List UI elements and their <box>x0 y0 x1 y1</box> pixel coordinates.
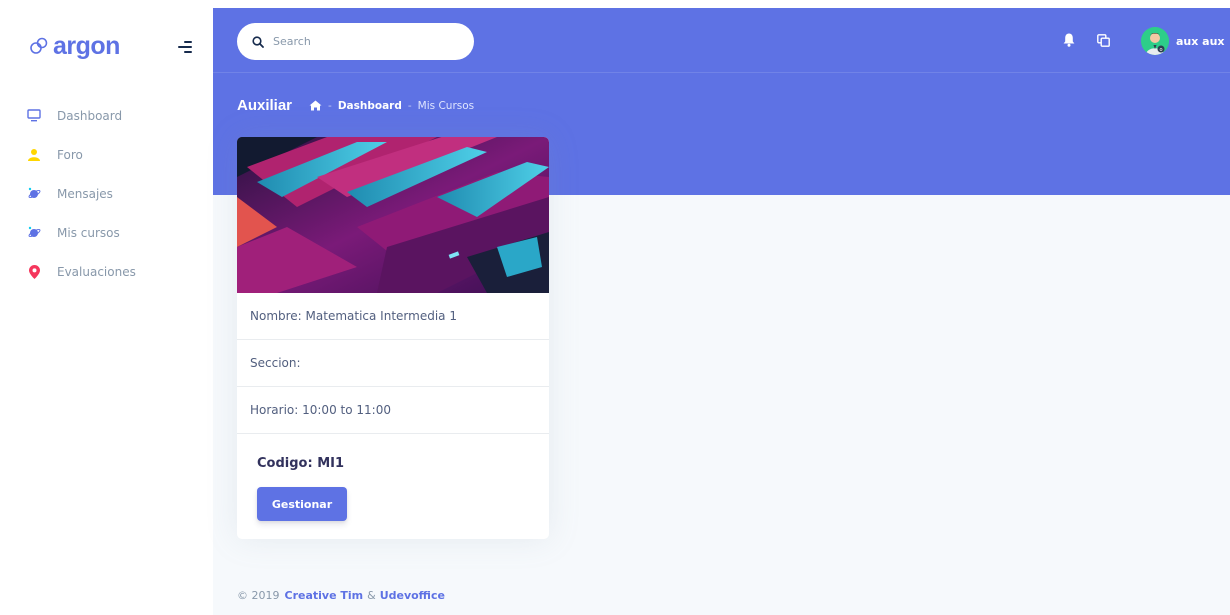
bell-icon[interactable] <box>1063 33 1075 47</box>
sidebar-item-dashboard[interactable]: Dashboard <box>0 96 213 135</box>
footer-link-udevoffice[interactable]: Udevoffice <box>380 589 445 602</box>
breadcrumb-dashboard[interactable]: Dashboard <box>338 100 402 112</box>
footer-ampersand: & <box>367 589 376 602</box>
windows-icon[interactable] <box>1097 33 1110 47</box>
header-title-row: Auxiliar - Dashboard - Mis Cursos <box>237 97 474 114</box>
top-icons <box>1063 33 1110 47</box>
footer: © 2019 Creative Tim & Udevoffice <box>237 589 445 602</box>
sidebar-item-label: Evaluaciones <box>57 264 136 279</box>
course-card-body: Codigo: MI1 Gestionar <box>237 434 549 521</box>
sidebar-nav: Dashboard Foro Mensajes Mis cursos Evalu… <box>0 96 213 291</box>
search-icon <box>252 35 264 48</box>
course-horario: Horario: 10:00 to 11:00 <box>237 387 549 434</box>
sidebar-item-label: Foro <box>57 147 83 162</box>
user-name: aux aux <box>1176 34 1225 48</box>
footer-copyright: © 2019 <box>237 589 280 602</box>
user-icon <box>27 148 41 162</box>
course-nombre: Nombre: Matematica Intermedia 1 <box>237 293 549 340</box>
course-seccion: Seccion: <box>237 340 549 387</box>
sidenav-toggle-icon[interactable] <box>178 41 192 53</box>
sidebar-item-foro[interactable]: Foro <box>0 135 213 174</box>
breadcrumb-separator: - <box>328 99 332 112</box>
sidebar-item-evaluaciones[interactable]: Evaluaciones <box>0 252 213 291</box>
brand-name: argon <box>53 32 120 60</box>
course-cover-image <box>237 137 549 293</box>
sidebar: argon Dashboard Foro Mensajes Mis cursos… <box>0 8 213 615</box>
planet-icon <box>27 226 41 240</box>
topbar-divider <box>213 72 1230 73</box>
sidebar-item-label: Mensajes <box>57 186 113 201</box>
sidebar-item-mensajes[interactable]: Mensajes <box>0 174 213 213</box>
breadcrumb: - Dashboard - Mis Cursos <box>309 100 474 112</box>
tv-icon <box>27 109 41 123</box>
user-menu[interactable]: o aux aux <box>1141 27 1225 55</box>
brand-logo[interactable]: argon <box>29 32 120 60</box>
footer-link-creative-tim[interactable]: Creative Tim <box>285 589 364 602</box>
search-input[interactable] <box>273 35 463 48</box>
breadcrumb-mis-cursos: Mis Cursos <box>417 99 475 112</box>
course-card: Nombre: Matematica Intermedia 1 Seccion:… <box>237 137 549 539</box>
sidebar-item-label: Mis cursos <box>57 225 120 240</box>
svg-text:o: o <box>1159 47 1162 53</box>
page-title: Auxiliar <box>237 97 293 114</box>
search-box[interactable] <box>237 23 474 60</box>
avatar: o <box>1141 27 1169 55</box>
course-codigo: Codigo: MI1 <box>257 456 345 471</box>
user-avatar-icon: o <box>1141 27 1169 55</box>
gestionar-button[interactable]: Gestionar <box>257 487 347 521</box>
sidebar-item-label: Dashboard <box>57 108 123 123</box>
argon-logo-icon <box>30 37 48 54</box>
breadcrumb-separator: - <box>407 99 412 112</box>
sidebar-item-mis-cursos[interactable]: Mis cursos <box>0 213 213 252</box>
pin-icon <box>27 264 41 279</box>
planet-icon <box>27 187 41 201</box>
home-icon[interactable] <box>309 100 322 111</box>
